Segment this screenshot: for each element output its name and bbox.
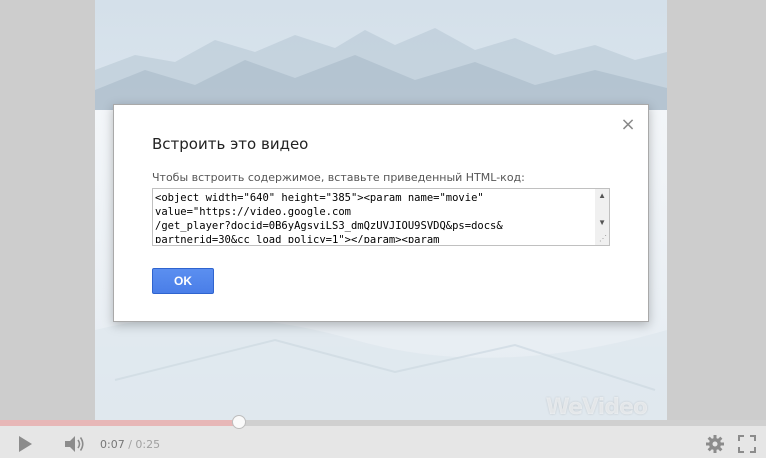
fullscreen-icon[interactable] (738, 435, 756, 458)
gear-icon[interactable] (706, 435, 724, 458)
embed-video-dialog: Встроить это видео × Чтобы встроить соде… (113, 104, 649, 322)
time-separator: / (128, 438, 132, 451)
embed-code-text[interactable]: <object width="640" height="385"><param … (155, 191, 593, 243)
player-controls: 0:07 / 0:25 (0, 415, 766, 458)
watermark-logo: WeVideo (545, 395, 648, 420)
current-time: 0:07 (100, 438, 125, 451)
dialog-title: Встроить это видео (152, 135, 309, 153)
ok-button[interactable]: OK (152, 268, 214, 294)
volume-icon[interactable] (64, 435, 86, 458)
instruction-text: Чтобы встроить содержимое, вставьте прив… (152, 171, 525, 184)
progress-handle[interactable] (232, 415, 247, 429)
play-icon[interactable] (16, 435, 34, 458)
resize-grip-icon[interactable]: ⋰ (599, 235, 607, 243)
close-icon[interactable]: × (620, 116, 636, 134)
scroll-up-arrow-icon[interactable]: ▲ (598, 192, 606, 200)
progress-bar[interactable] (0, 415, 766, 429)
scroll-down-arrow-icon[interactable]: ▼ (598, 219, 606, 227)
embed-code-textarea[interactable]: <object width="640" height="385"><param … (152, 188, 610, 246)
duration: 0:25 (135, 438, 161, 451)
time-display: 0:07 / 0:25 (100, 438, 160, 451)
progress-fill (0, 420, 240, 426)
